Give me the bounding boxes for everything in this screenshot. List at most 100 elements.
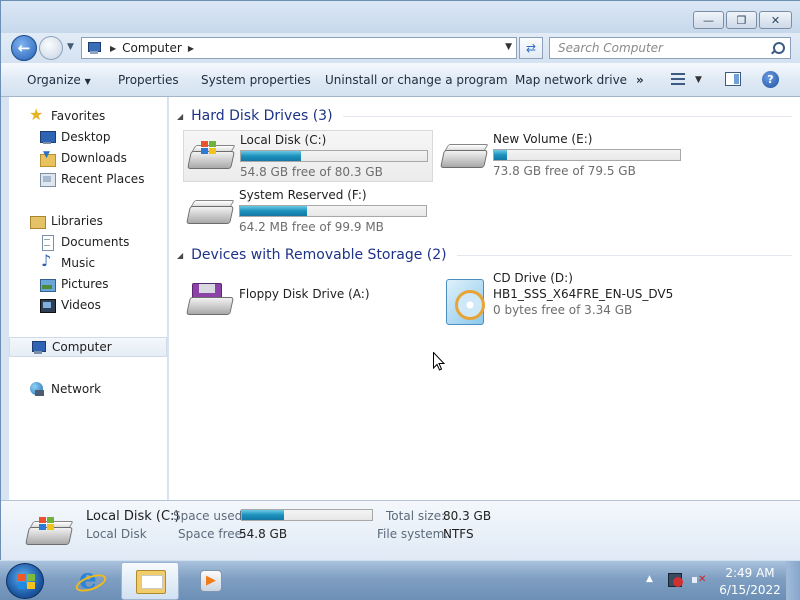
taskbar-media-player[interactable] <box>182 562 240 600</box>
sidebar-item-desktop[interactable]: Desktop <box>9 127 167 147</box>
sidebar-item-downloads[interactable]: Downloads <box>9 148 167 168</box>
breadcrumb-computer[interactable]: Computer <box>122 41 182 55</box>
address-dropdown-icon[interactable]: ▼ <box>505 42 512 52</box>
drive-item-c[interactable]: Local Disk (C:) 54.8 GB free of 80.3 GB <box>183 130 433 182</box>
collapse-triangle-icon[interactable]: ◢ <box>177 251 183 260</box>
total-size-label: Total size: <box>386 509 446 523</box>
properties-button[interactable]: Properties <box>118 73 179 87</box>
drive-free-space: 54.8 GB free of 80.3 GB <box>240 165 383 179</box>
refresh-icon: ⇄ <box>525 41 537 55</box>
desktop-icon <box>39 129 56 145</box>
sidebar-item-label: Pictures <box>61 277 109 291</box>
sidebar-item-documents[interactable]: Documents <box>9 232 167 252</box>
forward-button[interactable] <box>39 36 63 60</box>
refresh-button[interactable]: ⇄ <box>519 37 543 59</box>
map-network-drive-button[interactable]: Map network drive <box>515 73 627 87</box>
sidebar-item-music[interactable]: Music <box>9 251 167 273</box>
drive-name: Local Disk (C:) <box>240 133 327 147</box>
sidebar-item-recent-places[interactable]: Recent Places <box>9 169 167 189</box>
hard-disk-icon <box>440 140 489 174</box>
navigation-pane: Favorites Desktop Downloads Recent Place… <box>9 97 168 500</box>
change-view-icon[interactable] <box>671 73 685 85</box>
sidebar-item-pictures[interactable]: Pictures <box>9 274 167 294</box>
uninstall-program-button[interactable]: Uninstall or change a program <box>325 73 508 87</box>
pictures-icon <box>39 276 56 292</box>
divider <box>342 115 792 117</box>
sidebar-item-label: Desktop <box>61 130 111 144</box>
drive-item-e[interactable]: New Volume (E:) 73.8 GB free of 79.5 GB <box>437 130 687 182</box>
organize-label: Organize <box>27 73 81 87</box>
maximize-button[interactable]: ❐ <box>726 11 757 29</box>
show-desktop-button[interactable] <box>786 561 800 600</box>
sidebar-item-favorites[interactable]: Favorites <box>9 105 167 126</box>
search-input[interactable]: Search Computer <box>549 37 791 59</box>
recent-pages-dropdown[interactable]: ▼ <box>67 42 74 52</box>
drive-item-a[interactable]: Floppy Disk Drive (A:) <box>183 269 433 321</box>
sidebar-item-videos[interactable]: Videos <box>9 295 167 315</box>
file-system-value: NTFS <box>443 527 474 541</box>
network-status-icon[interactable] <box>668 573 683 587</box>
sidebar-item-libraries[interactable]: Libraries <box>9 211 167 231</box>
downloads-icon <box>39 150 56 167</box>
sidebar-item-label: Libraries <box>51 214 103 228</box>
taskbar-internet-explorer[interactable] <box>60 562 118 600</box>
volume-muted-icon[interactable] <box>692 573 706 587</box>
system-properties-button[interactable]: System properties <box>201 73 311 87</box>
sidebar-item-label: Documents <box>61 235 130 249</box>
sidebar-item-computer[interactable]: Computer <box>9 337 167 357</box>
back-arrow-icon: ← <box>17 39 31 57</box>
command-bar: Organize ▼ Properties System properties … <box>1 63 800 97</box>
search-icon[interactable] <box>770 41 785 55</box>
collapse-triangle-icon[interactable]: ◢ <box>177 112 183 121</box>
recent-places-icon <box>39 171 56 187</box>
view-options-dropdown-icon[interactable]: ▼ <box>695 75 702 85</box>
sidebar-item-label: Network <box>51 382 102 396</box>
clock-date[interactable]: 6/15/2022 <box>716 583 784 597</box>
taskbar-windows-explorer[interactable] <box>121 562 179 600</box>
details-pane: Local Disk (C:) Local Disk Space used: S… <box>1 500 800 561</box>
drive-name: Floppy Disk Drive (A:) <box>239 287 370 301</box>
hard-disk-windows-icon <box>187 141 236 175</box>
drive-free-space: 0 bytes free of 3.34 GB <box>493 303 633 317</box>
clock-time[interactable]: 2:49 AM <box>720 566 780 580</box>
explorer-window: — ❐ ✕ ← ▼ ▶ Computer ▶ ▼ ⇄ Search Comput… <box>0 0 800 561</box>
more-commands-button[interactable]: » <box>636 73 644 87</box>
sidebar-item-network[interactable]: Network <box>9 379 167 399</box>
breadcrumb-chevron-icon[interactable]: ▶ <box>188 44 194 53</box>
divider <box>456 254 792 256</box>
preview-pane-icon[interactable] <box>725 72 741 86</box>
title-bar[interactable]: — ❐ ✕ <box>1 1 800 33</box>
breadcrumb-chevron-icon[interactable]: ▶ <box>110 44 116 53</box>
windows-logo-icon <box>18 582 26 589</box>
details-item-type: Local Disk <box>86 527 147 541</box>
drive-item-d[interactable]: CD Drive (D:) HB1_SSS_X64FRE_EN-US_DV5 0… <box>437 269 697 325</box>
drive-name: System Reserved (F:) <box>239 188 367 202</box>
back-button[interactable]: ← <box>11 35 37 61</box>
total-size-value: 80.3 GB <box>443 509 492 523</box>
group-title: Hard Disk Drives (3) <box>191 108 333 124</box>
close-button[interactable]: ✕ <box>759 11 792 29</box>
start-button[interactable] <box>6 563 44 599</box>
mouse-pointer-icon <box>433 352 445 371</box>
drive-name: New Volume (E:) <box>493 132 593 146</box>
windows-logo-icon <box>27 574 35 581</box>
sidebar-item-label: Favorites <box>51 109 106 123</box>
cd-drive-icon <box>442 279 488 325</box>
group-header-hard-disks[interactable]: ◢ Hard Disk Drives (3) <box>177 106 792 126</box>
drive-free-space: 73.8 GB free of 79.5 GB <box>493 164 636 178</box>
drive-usage-bar <box>239 205 427 217</box>
minimize-button[interactable]: — <box>693 11 724 29</box>
organize-button[interactable]: Organize ▼ <box>27 73 91 87</box>
windows-logo-icon <box>18 574 26 581</box>
group-header-removable[interactable]: ◢ Devices with Removable Storage (2) <box>177 245 792 265</box>
hard-disk-windows-icon <box>25 517 74 551</box>
help-icon[interactable]: ? <box>762 71 779 88</box>
show-hidden-icons-icon[interactable]: ▲ <box>646 574 653 584</box>
windows-explorer-icon <box>136 570 166 594</box>
sidebar-item-label: Music <box>61 256 96 270</box>
drive-item-f[interactable]: System Reserved (F:) 64.2 MB free of 99.… <box>183 186 433 238</box>
space-used-bar <box>241 509 373 521</box>
star-icon <box>29 105 45 124</box>
address-bar[interactable]: ▶ Computer ▶ ▼ <box>81 37 517 59</box>
search-placeholder: Search Computer <box>558 41 663 55</box>
